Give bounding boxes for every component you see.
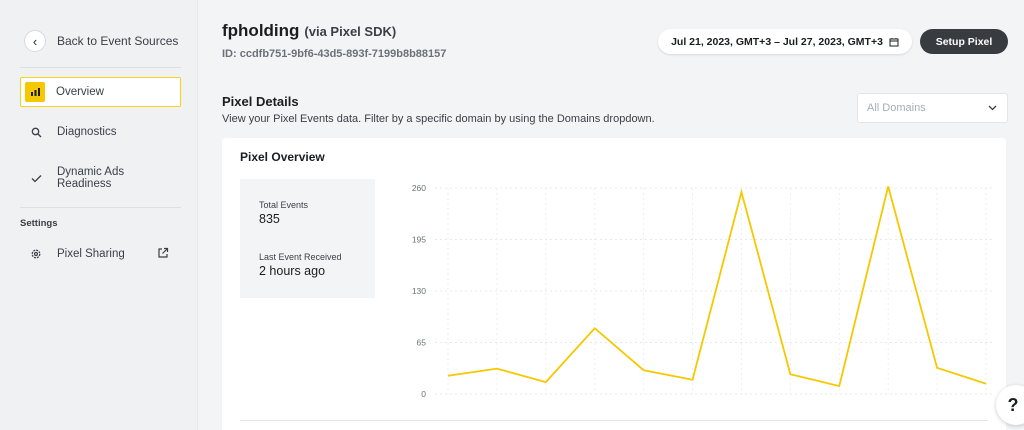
last-event-value: 2 hours ago — [259, 264, 326, 278]
settings-heading: Settings — [20, 218, 58, 229]
sidebar-item-label: Pixel Sharing — [57, 248, 125, 260]
y-tick-label: 65 — [417, 338, 427, 348]
external-link-icon[interactable] — [157, 247, 169, 259]
card-title: Pixel Overview — [240, 150, 325, 164]
main-content: fpholding (via Pixel SDK) ID: ccdfb751-9… — [198, 0, 1024, 430]
domains-dropdown[interactable]: All Domains — [857, 93, 1008, 123]
y-tick-label: 130 — [412, 286, 426, 296]
events-line-chart: 0 65 130 195 260 — [412, 183, 993, 399]
pixel-source: (via Pixel SDK) — [304, 24, 397, 39]
date-range-label: Jul 21, 2023, GMT+3 – Jul 27, 2023, GMT+… — [671, 35, 883, 48]
divider — [20, 67, 181, 68]
events-series-line — [447, 186, 987, 388]
help-icon: ? — [1007, 394, 1019, 415]
pixel-id: ID: ccdfb751-9bf6-43d5-893f-7199b8b88157 — [222, 48, 447, 60]
setup-pixel-button[interactable]: Setup Pixel — [920, 29, 1008, 54]
search-icon — [26, 122, 46, 142]
sidebar-item-label: Diagnostics — [57, 126, 117, 138]
stats-panel: Total Events 835 Last Event Received 2 h… — [240, 179, 375, 298]
section-subtitle: View your Pixel Events data. Filter by a… — [222, 113, 655, 125]
section-title: Pixel Details — [222, 94, 299, 109]
back-label: Back to Event Sources — [57, 34, 179, 48]
calendar-icon — [889, 37, 899, 46]
divider — [20, 207, 181, 208]
total-events-value: 835 — [259, 212, 280, 226]
divider — [240, 420, 988, 421]
y-tick-label: 260 — [412, 183, 426, 193]
sidebar-item-label: Dynamic Ads Readiness — [57, 166, 125, 190]
sidebar-item-label: Overview — [56, 86, 104, 98]
gear-icon — [26, 244, 46, 264]
total-events-label: Total Events — [259, 200, 309, 210]
domains-selected-value: All Domains — [867, 102, 926, 114]
last-event-label: Last Event Received — [259, 252, 342, 262]
chevron-down-icon — [988, 105, 997, 111]
bar-chart-icon — [25, 82, 45, 102]
chevron-left-icon: ‹ — [24, 30, 46, 52]
sidebar-item-diagnostics[interactable]: Diagnostics — [20, 122, 181, 142]
date-range-picker[interactable]: Jul 21, 2023, GMT+3 – Jul 27, 2023, GMT+… — [658, 29, 912, 54]
pixel-overview-card: Pixel Overview Total Events 835 Last Eve… — [222, 138, 1006, 430]
sidebar-item-overview[interactable]: Overview — [20, 77, 181, 107]
sidebar-item-dynamic-ads-readiness[interactable]: Dynamic Ads Readiness — [20, 164, 181, 192]
y-tick-label: 195 — [412, 235, 426, 245]
page-title: fpholding (via Pixel SDK) — [222, 21, 396, 41]
back-to-event-sources-link[interactable]: ‹ Back to Event Sources — [24, 30, 178, 52]
y-tick-label: 0 — [421, 389, 426, 399]
pixel-name: fpholding — [222, 21, 300, 40]
check-icon — [26, 168, 46, 188]
sidebar: ‹ Back to Event Sources Overview Diagnos… — [0, 0, 198, 430]
